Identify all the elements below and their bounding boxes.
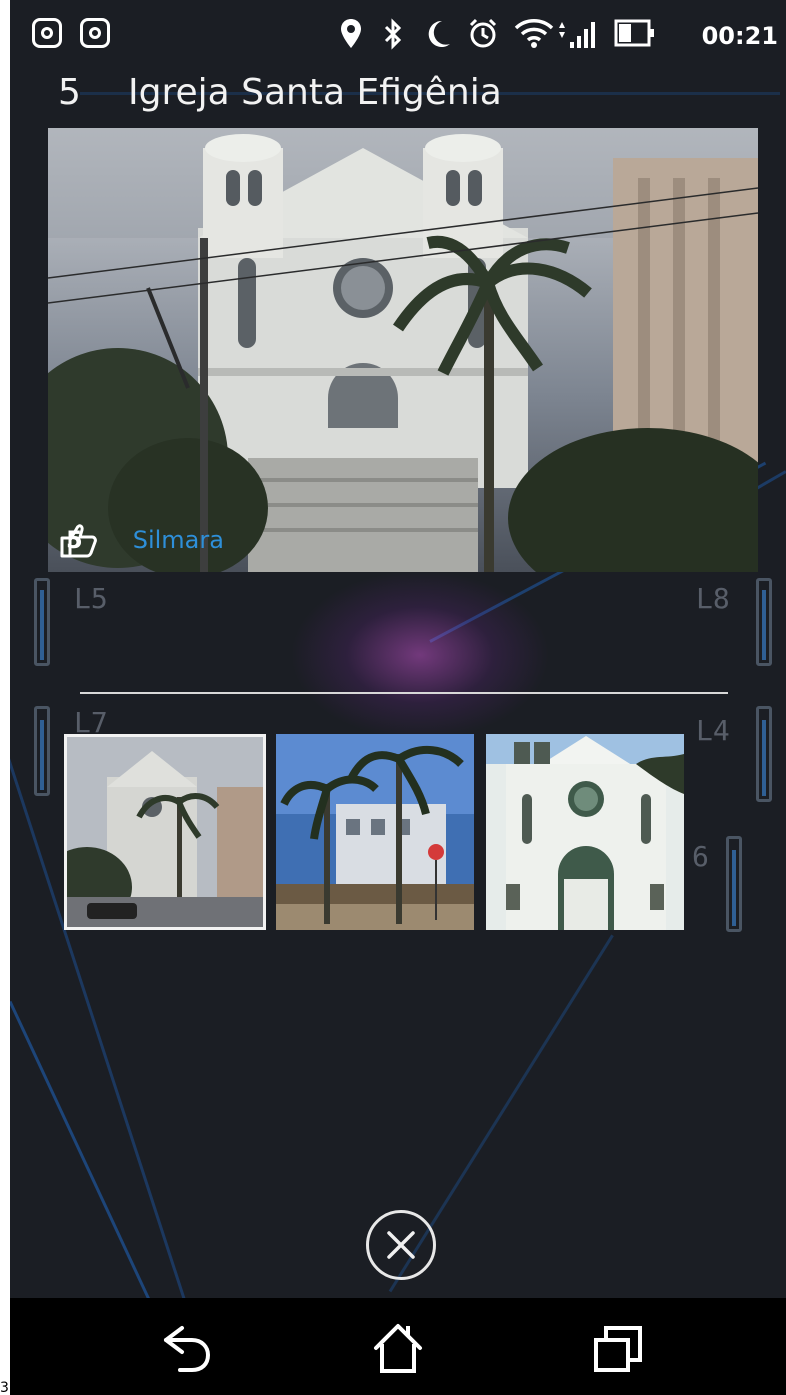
resonator-bar-side-right [726,836,742,932]
resonator-bar-mid-right [756,706,772,802]
portal-level: 5 [58,72,81,113]
portal-photo[interactable]: 5 Silmara [48,128,758,572]
status-bar: 00:21 [10,0,786,70]
corner-mark: 3 [0,1380,9,1395]
photo-footer: 5 Silmara [58,520,224,560]
close-button[interactable] [366,1210,436,1280]
close-icon [387,1231,415,1259]
status-time: 00:21 [701,22,778,50]
church-facade-image [486,734,684,930]
alarm-icon [469,18,497,48]
church-street-image [67,737,263,927]
resonator-bar-top-right [756,578,772,666]
palm-trees-image [276,734,474,930]
resonator-label-top-right: L8 [696,582,730,615]
church-photo-image [48,128,758,572]
thumbs-up-icon[interactable] [58,520,98,560]
battery-icon [614,19,654,47]
portal-glow [290,570,550,740]
signal-icon [559,22,595,48]
resonator-bar-mid-left [34,706,50,796]
resonator-label-side-right: 6 [692,840,709,873]
instagram-icon [32,18,62,48]
resonator-label-top-left: L5 [74,582,108,615]
photo-thumb-palm-trees[interactable] [276,734,474,930]
bluetooth-icon [384,18,402,50]
divider-line [80,692,728,694]
back-icon[interactable] [158,1322,214,1374]
recent-apps-icon[interactable] [590,1322,646,1374]
navigation-bar [10,1298,786,1395]
photo-thumb-church-street[interactable] [64,734,266,930]
portal-title: 5 Igreja Santa Efigênia [58,72,502,113]
instagram-icon [80,18,110,48]
location-pin-icon [341,19,361,48]
screen: 00:21 5 Igreja Santa Efigênia 5 Silmara … [10,0,786,1395]
resonator-bar-top-left [34,578,50,666]
wifi-icon [514,19,554,48]
portal-name: Igreja Santa Efigênia [128,72,502,113]
uploader-name[interactable]: Silmara [133,526,224,554]
moon-icon [428,20,450,47]
home-icon[interactable] [370,1322,426,1374]
resonator-label-mid-right: L4 [696,714,730,747]
photo-thumb-church-facade[interactable] [486,734,684,930]
